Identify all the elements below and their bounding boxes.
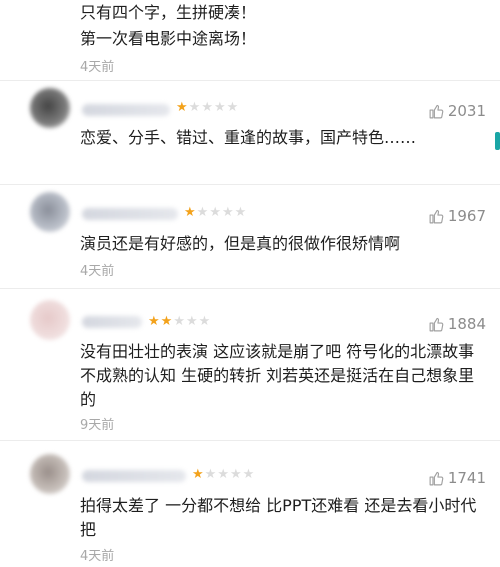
star-empty-icon: ★ [196,205,210,220]
star-empty-icon: ★ [229,467,243,482]
star-empty-icon: ★ [173,314,186,329]
star-empty-icon: ★ [198,314,212,329]
comment-text: 没有田壮壮的表演 这应该就是崩了吧 符号化的北漂故事 不成熟的认知 生硬的转折 … [80,342,475,409]
like-button[interactable]: 2031 [428,102,486,120]
like-button[interactable]: 1884 [428,315,486,333]
star-filled-icon: ★ [192,467,205,482]
star-empty-icon: ★ [209,205,222,220]
like-button[interactable]: 1967 [428,207,486,225]
comment-time: 9天前 [80,418,115,433]
star-empty-icon: ★ [185,314,199,329]
username-blurred[interactable] [82,316,142,328]
avatar[interactable] [30,192,70,232]
edge-accent [495,132,500,150]
like-button[interactable]: 1741 [428,469,486,487]
comment-time: 4天前 [80,264,115,279]
rating-stars: ★★★★★ [148,314,211,329]
like-count: 2031 [447,102,486,120]
username-blurred[interactable] [82,104,170,116]
comment-item-1: ★★★★★ 2031 恋爱、分手、错过、重逢的故事，国产特色…… [0,80,500,184]
top-comment: 只有四个字，生拼硬凑！ 第一次看电影中途离场！ 4天前 [80,0,256,75]
star-empty-icon: ★ [221,205,235,220]
thumbs-up-icon [429,317,444,331]
star-empty-icon: ★ [217,467,230,482]
username-blurred[interactable] [82,470,186,482]
like-count: 1741 [447,469,486,487]
comment-time: 4天前 [80,549,115,564]
review-list: 只有四个字，生拼硬凑！ 第一次看电影中途离场！ 4天前 ★★★★★ 2031 恋… [0,0,500,567]
star-filled-icon: ★ [176,100,189,115]
avatar[interactable] [30,88,70,128]
star-empty-icon: ★ [234,205,248,220]
rating-stars: ★★★★★ [184,205,247,220]
star-empty-icon: ★ [226,100,240,115]
top-comment-line-2: 第一次看电影中途离场！ [80,29,257,48]
avatar[interactable] [30,300,70,340]
star-empty-icon: ★ [188,100,202,115]
star-empty-icon: ★ [242,467,256,482]
comment-text: 恋爱、分手、错过、重逢的故事，国产特色…… [80,128,417,147]
comment-item-3: ★★★★★ 1884 没有田壮壮的表演 这应该就是崩了吧 符号化的北漂故事 不成… [0,288,500,440]
star-empty-icon: ★ [213,100,227,115]
top-comment-time: 4天前 [80,60,115,75]
comment-text: 演员还是有好感的，但是真的很做作很矫情啊 [80,234,401,253]
star-filled-icon: ★ [148,314,161,329]
comment-item-4: ★★★★★ 1741 拍得太差了 一分都不想给 比PPT还难看 还是去看小时代把… [0,440,500,567]
username-blurred[interactable] [82,208,178,220]
rating-stars: ★★★★★ [192,467,255,482]
like-count: 1967 [447,207,486,225]
star-filled-icon: ★ [160,314,174,329]
like-count: 1884 [447,315,486,333]
star-empty-icon: ★ [204,467,218,482]
top-comment-line-1: 只有四个字，生拼硬凑！ [80,3,257,22]
avatar[interactable] [30,454,70,494]
rating-stars: ★★★★★ [176,100,239,115]
thumbs-up-icon [429,209,444,223]
comment-item-2: ★★★★★ 1967 演员还是有好感的，但是真的很做作很矫情啊 4天前 [0,184,500,288]
thumbs-up-icon [429,104,444,118]
comment-text: 拍得太差了 一分都不想给 比PPT还难看 还是去看小时代把 [80,496,477,539]
star-empty-icon: ★ [201,100,214,115]
star-filled-icon: ★ [184,205,197,220]
thumbs-up-icon [429,471,444,485]
